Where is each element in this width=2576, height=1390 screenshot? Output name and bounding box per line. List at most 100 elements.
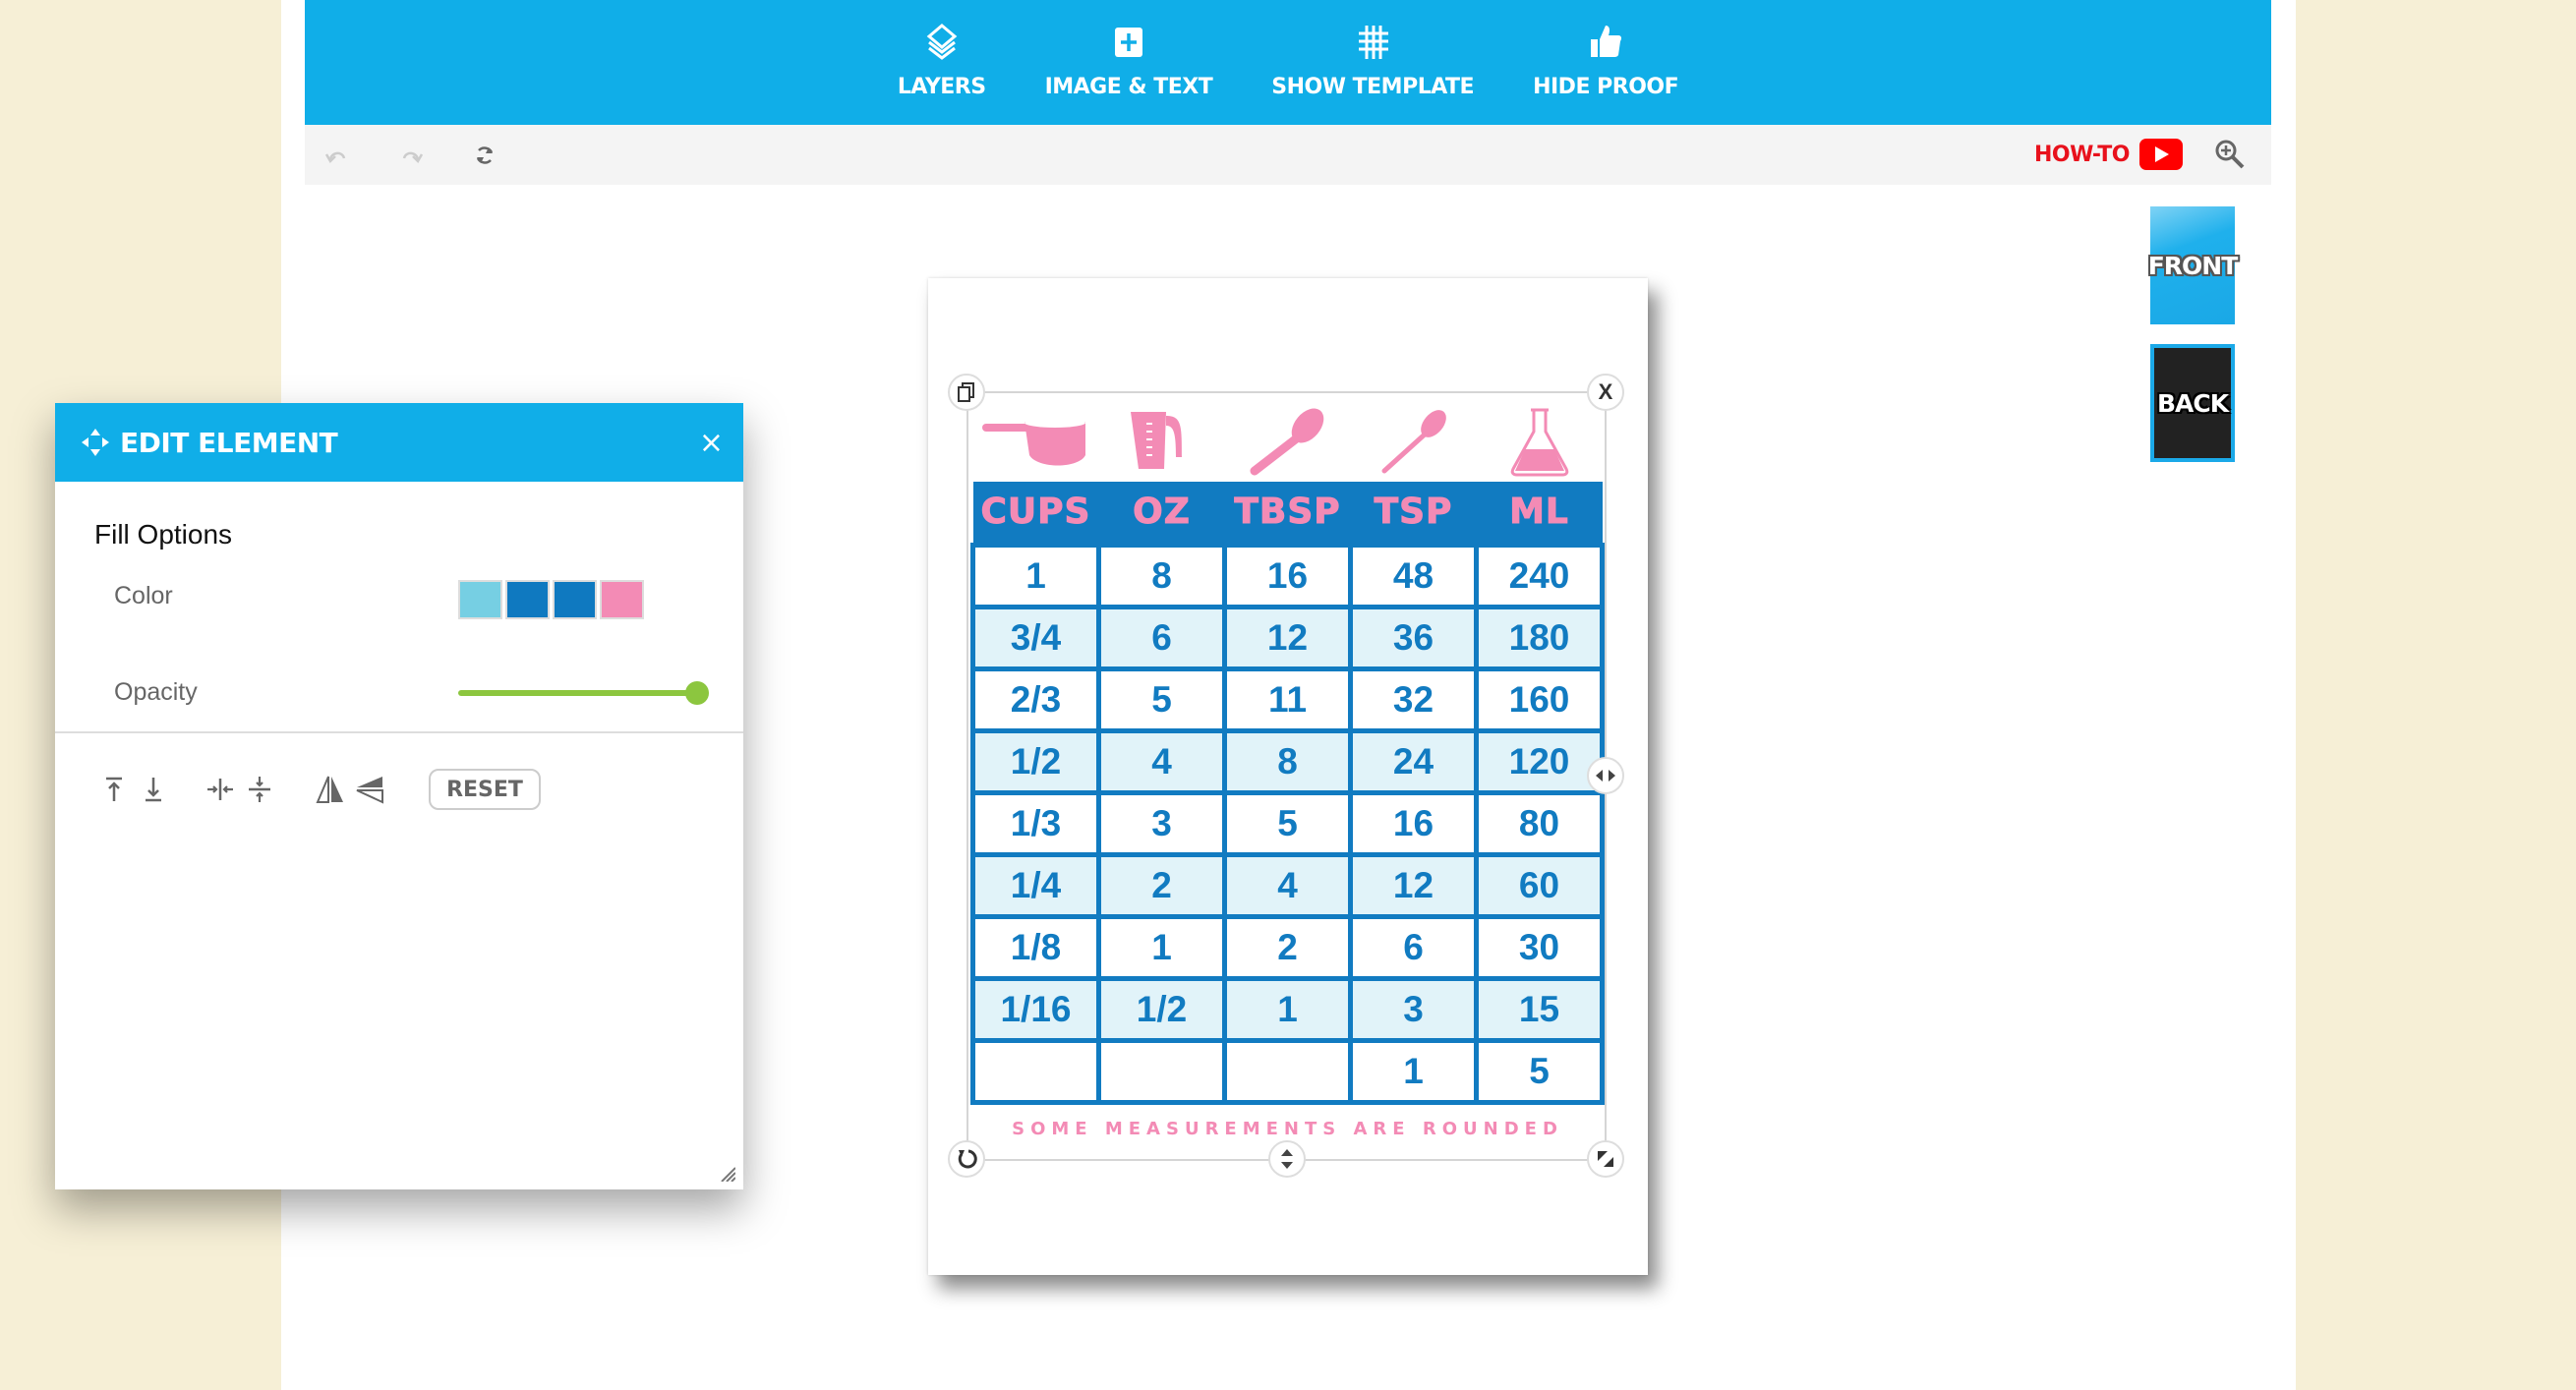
table-cell-ml: 240 bbox=[1474, 542, 1605, 609]
table-cell-tbsp: 8 bbox=[1222, 727, 1353, 795]
table-cell-cups: 1/8 bbox=[970, 913, 1101, 981]
table-cell-ml: 180 bbox=[1474, 604, 1605, 671]
table-cell-ml: 5 bbox=[1474, 1037, 1605, 1105]
panel-actions: RESET bbox=[94, 769, 541, 810]
table-cell-tsp: 24 bbox=[1348, 727, 1479, 795]
table-cell-oz: 3 bbox=[1096, 789, 1227, 857]
table-cell-cups: 2/3 bbox=[970, 666, 1101, 733]
back-side-thumbnail[interactable]: BACK bbox=[2150, 344, 2235, 462]
move-icon[interactable] bbox=[81, 428, 110, 457]
center-vertical-icon[interactable] bbox=[240, 770, 279, 809]
copy-icon[interactable] bbox=[948, 374, 985, 411]
refresh-icon[interactable] bbox=[470, 141, 499, 170]
flip-vertical-icon[interactable] bbox=[350, 770, 389, 809]
table-cell-tbsp: 12 bbox=[1222, 604, 1353, 671]
reset-button[interactable]: RESET bbox=[429, 769, 541, 810]
align-top-icon[interactable] bbox=[94, 770, 134, 809]
rounding-note: SOME MEASUREMENTS ARE ROUNDED bbox=[1012, 1119, 1563, 1139]
table-row: 1/16 1/2 1 3 15 bbox=[970, 975, 1605, 1043]
opacity-label: Opacity bbox=[114, 678, 198, 706]
top-toolbar: LAYERS IMAGE & TEXT SHOW TEMPLATE HIDE P… bbox=[305, 0, 2271, 125]
color-swatch-1[interactable] bbox=[458, 580, 502, 619]
table-cell-ml: 120 bbox=[1474, 727, 1605, 795]
teaspoon-icon bbox=[1381, 410, 1447, 474]
grid-icon bbox=[1359, 26, 1389, 59]
table-cell-tsp: 36 bbox=[1348, 604, 1479, 671]
table-cell-tsp: 16 bbox=[1348, 789, 1479, 857]
secondary-toolbar: HOW-TO bbox=[305, 125, 2271, 185]
resize-vertical-icon[interactable] bbox=[1268, 1140, 1306, 1178]
table-cell-cups: 1 bbox=[970, 542, 1101, 609]
hide-proof-button[interactable]: HIDE PROOF bbox=[1533, 0, 1679, 125]
flask-icon bbox=[1510, 408, 1569, 477]
table-cell-cups: 1/4 bbox=[970, 851, 1101, 919]
center-horizontal-icon[interactable] bbox=[201, 770, 240, 809]
panel-title: EDIT ELEMENT bbox=[120, 426, 338, 459]
color-swatch-2[interactable] bbox=[505, 580, 550, 619]
table-cell-tsp: 3 bbox=[1348, 975, 1479, 1043]
resize-horizontal-icon[interactable] bbox=[1587, 757, 1624, 794]
rotate-icon[interactable] bbox=[948, 1140, 985, 1178]
table-cell-tsp: 6 bbox=[1348, 913, 1479, 981]
table-cell-cups bbox=[970, 1037, 1101, 1105]
back-label: BACK bbox=[2156, 388, 2229, 418]
undo-icon[interactable] bbox=[322, 141, 352, 170]
color-swatch-3[interactable] bbox=[553, 580, 597, 619]
color-swatch-4[interactable] bbox=[600, 580, 644, 619]
table-cell-tsp: 1 bbox=[1348, 1037, 1479, 1105]
table-cell-tbsp: 4 bbox=[1222, 851, 1353, 919]
table-cell-oz: 1/2 bbox=[1096, 975, 1227, 1043]
table-cell-tbsp: 5 bbox=[1222, 789, 1353, 857]
table-cell-cups: 3/4 bbox=[970, 604, 1101, 671]
table-row: 15 bbox=[970, 1037, 1605, 1105]
table-cell-oz: 8 bbox=[1096, 542, 1227, 609]
image-text-label: IMAGE & TEXT bbox=[1044, 75, 1213, 99]
table-row: 1/4 2 4 12 60 bbox=[970, 851, 1605, 919]
header-tsp: TSP bbox=[1350, 482, 1477, 545]
measuring-cup-icon bbox=[982, 418, 1086, 466]
layers-label: LAYERS bbox=[897, 75, 986, 99]
header-ml: ML bbox=[1476, 482, 1603, 545]
plus-square-icon bbox=[1114, 28, 1142, 57]
front-side-thumbnail[interactable]: FRONT bbox=[2147, 206, 2239, 324]
align-bottom-icon[interactable] bbox=[134, 770, 173, 809]
table-cell-ml: 80 bbox=[1474, 789, 1605, 857]
howto-label: HOW-TO bbox=[2034, 142, 2131, 167]
show-template-button[interactable]: SHOW TEMPLATE bbox=[1271, 0, 1475, 125]
table-cell-oz: 1 bbox=[1096, 913, 1227, 981]
scale-icon[interactable] bbox=[1587, 1140, 1624, 1178]
edit-element-panel: EDIT ELEMENT × Fill Options Color Opacit… bbox=[55, 403, 743, 1189]
panel-divider bbox=[55, 731, 743, 733]
opacity-knob[interactable] bbox=[685, 681, 709, 705]
front-label: FRONT bbox=[2147, 251, 2239, 280]
image-text-button[interactable]: IMAGE & TEXT bbox=[1045, 0, 1213, 125]
table-row: 1/8 1 2 6 30 bbox=[970, 913, 1605, 981]
table-cell-cups: 1/2 bbox=[970, 727, 1101, 795]
show-template-label: SHOW TEMPLATE bbox=[1271, 75, 1475, 99]
delete-handle[interactable]: X bbox=[1587, 374, 1624, 411]
table-header-row: CUPS OZ TBSP TSP ML bbox=[972, 482, 1603, 545]
table-row: 2/3 5 11 32 160 bbox=[970, 666, 1605, 733]
table-row: 1/2 4 8 24 120 bbox=[970, 727, 1605, 795]
layers-button[interactable]: LAYERS bbox=[898, 0, 986, 125]
tablespoon-icon bbox=[1250, 408, 1324, 476]
panel-header[interactable]: EDIT ELEMENT × bbox=[55, 403, 743, 482]
table-cell-tsp: 12 bbox=[1348, 851, 1479, 919]
header-oz: OZ bbox=[1098, 482, 1225, 545]
table-cell-tbsp bbox=[1222, 1037, 1353, 1105]
table-cell-tsp: 32 bbox=[1348, 666, 1479, 733]
delete-icon: X bbox=[1598, 379, 1613, 404]
howto-link[interactable]: HOW-TO bbox=[2034, 139, 2183, 170]
zoom-in-icon[interactable] bbox=[2212, 137, 2248, 172]
table-cell-tbsp: 11 bbox=[1222, 666, 1353, 733]
close-icon[interactable]: × bbox=[699, 426, 724, 460]
table-cell-cups: 1/16 bbox=[970, 975, 1101, 1043]
table-cell-oz: 2 bbox=[1096, 851, 1227, 919]
panel-resize-grip-icon[interactable] bbox=[720, 1166, 735, 1182]
flip-horizontal-icon[interactable] bbox=[311, 770, 350, 809]
opacity-slider[interactable] bbox=[458, 681, 709, 705]
redo-icon[interactable] bbox=[396, 141, 426, 170]
conversion-table: CUPS OZ TBSP TSP ML 1 8 16 48 240 3/4 6 12 36 180… bbox=[970, 482, 1605, 1105]
table-cell-ml: 160 bbox=[1474, 666, 1605, 733]
table-row: 1 8 16 48 240 bbox=[970, 542, 1605, 609]
